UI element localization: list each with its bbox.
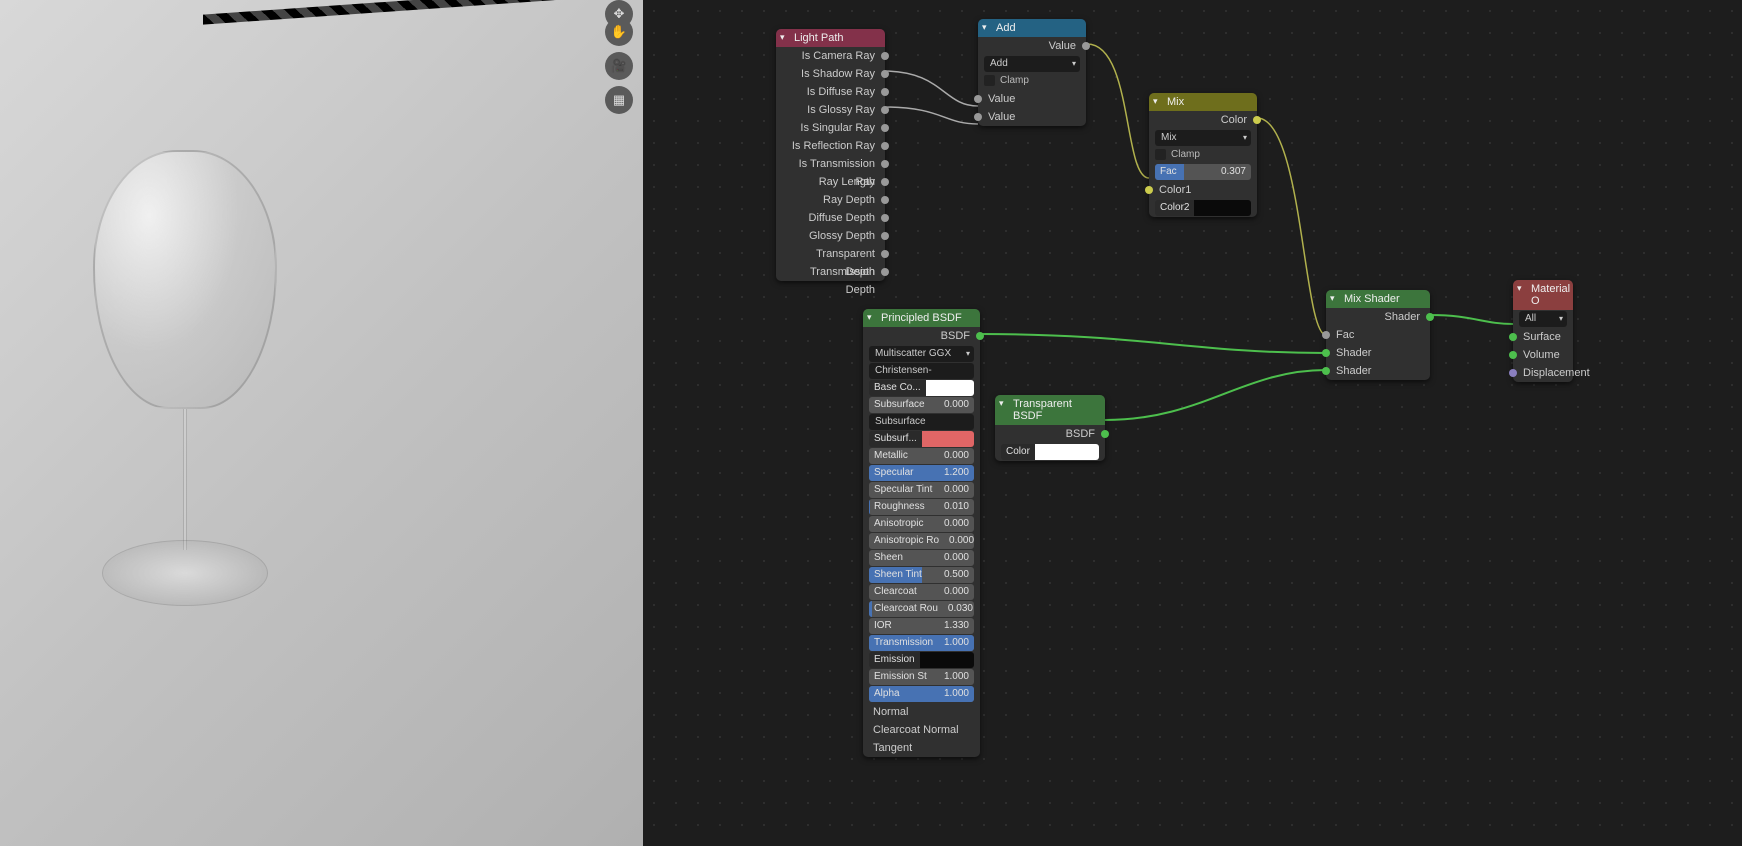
prop-subsurf[interactable]: Subsurface0.000: [869, 397, 974, 413]
prop-aniso[interactable]: Anisotropic0.000: [869, 516, 974, 532]
socket-surface: Surface: [1513, 328, 1573, 346]
prop-spect[interactable]: Specular Tint0.000: [869, 482, 974, 498]
socket-shader-in: Shader: [1326, 362, 1430, 380]
node-header[interactable]: Material O: [1513, 280, 1573, 310]
wine-glass-render: [70, 150, 300, 620]
prop-sheen[interactable]: Sheen0.000: [869, 550, 974, 566]
node-principled-bsdf[interactable]: Principled BSDF BSDF Multiscatter GGX Ch…: [863, 309, 980, 757]
node-editor[interactable]: Light Path Is Camera RayIs Shadow RayIs …: [643, 0, 1742, 846]
node-transparent-bsdf[interactable]: Transparent BSDF BSDF Color: [995, 395, 1105, 461]
socket-ray-depth: Ray Depth: [776, 191, 885, 209]
node-light-path[interactable]: Light Path Is Camera RayIs Shadow RayIs …: [776, 29, 885, 281]
socket-transparent-depth: Transparent Depth: [776, 245, 885, 263]
socket-volume: Volume: [1513, 346, 1573, 364]
prop-sheent[interactable]: Sheen Tint0.500: [869, 567, 974, 583]
node-header[interactable]: Mix: [1149, 93, 1257, 111]
prop-ssrad[interactable]: Subsurface Radius: [869, 414, 974, 430]
prop-emis[interactable]: Emission: [869, 652, 974, 668]
prop-trans[interactable]: Transmission1.000: [869, 635, 974, 651]
socket-shader-out: Shader: [1326, 308, 1430, 326]
mix-mode-dropdown[interactable]: Mix: [1155, 130, 1251, 146]
socket-is-singular-ray: Is Singular Ray: [776, 119, 885, 137]
prop-ior[interactable]: IOR1.330: [869, 618, 974, 634]
socket-bsdf-out: BSDF: [995, 425, 1105, 443]
prop-alpha[interactable]: Alpha1.000: [869, 686, 974, 702]
prop-tan[interactable]: Tangent: [863, 739, 980, 757]
distribution-dropdown[interactable]: Multiscatter GGX: [869, 346, 974, 362]
node-header[interactable]: Transparent BSDF: [995, 395, 1105, 425]
prop-emiss[interactable]: Emission St1.000: [869, 669, 974, 685]
camera-icon[interactable]: 🎥: [605, 52, 633, 80]
sss-method-dropdown[interactable]: Christensen-Burley: [869, 363, 974, 379]
node-header[interactable]: Principled BSDF: [863, 309, 980, 327]
prop-base[interactable]: Base Co...: [869, 380, 974, 396]
prop-metal[interactable]: Metallic0.000: [869, 448, 974, 464]
node-header[interactable]: Add: [978, 19, 1086, 37]
node-material-output[interactable]: Material O All Surface Volume Displaceme…: [1513, 280, 1573, 382]
clamp-checkbox[interactable]: Clamp: [1155, 147, 1251, 163]
node-header[interactable]: Light Path: [776, 29, 885, 47]
socket-glossy-depth: Glossy Depth: [776, 227, 885, 245]
prop-anisor[interactable]: Anisotropic Ro0.000: [869, 533, 974, 549]
socket-displacement: Displacement: [1513, 364, 1573, 382]
socket-fac: Fac: [1326, 326, 1430, 344]
render-viewport[interactable]: ✥ ✋ 🎥 ▦: [0, 0, 643, 846]
socket-value-out: Value: [978, 37, 1086, 55]
socket-ray-length: Ray Length: [776, 173, 885, 191]
socket-value-in: Value: [978, 108, 1086, 126]
socket-color1: Color1: [1149, 181, 1257, 199]
prop-ssubc[interactable]: Subsurf...: [869, 431, 974, 447]
socket-is-camera-ray: Is Camera Ray: [776, 47, 885, 65]
color-swatch[interactable]: Color: [1001, 444, 1099, 460]
prop-ccr[interactable]: Clearcoat Rou0.030: [869, 601, 974, 617]
socket-transmission-depth: Transmission Depth: [776, 263, 885, 281]
prop-ccn[interactable]: Clearcoat Normal: [863, 721, 980, 739]
clamp-checkbox[interactable]: Clamp: [984, 73, 1080, 89]
prop-cc[interactable]: Clearcoat0.000: [869, 584, 974, 600]
node-header[interactable]: Mix Shader: [1326, 290, 1430, 308]
prop-rough[interactable]: Roughness0.010: [869, 499, 974, 515]
transparency-checker: [203, 0, 623, 25]
prop-spec[interactable]: Specular1.200: [869, 465, 974, 481]
color2-swatch[interactable]: Color2: [1155, 200, 1251, 216]
prop-nrm[interactable]: Normal: [863, 703, 980, 721]
socket-diffuse-depth: Diffuse Depth: [776, 209, 885, 227]
fac-slider[interactable]: Fac0.307: [1155, 164, 1251, 180]
socket-is-diffuse-ray: Is Diffuse Ray: [776, 83, 885, 101]
socket-bsdf-out: BSDF: [863, 327, 980, 345]
socket-is-reflection-ray: Is Reflection Ray: [776, 137, 885, 155]
socket-is-transmission-ray: Is Transmission Ray: [776, 155, 885, 173]
grid-icon[interactable]: ▦: [605, 86, 633, 114]
node-math-add[interactable]: Add Value Add Clamp Value Value: [978, 19, 1086, 126]
socket-shader-in: Shader: [1326, 344, 1430, 362]
math-mode-dropdown[interactable]: Add: [984, 56, 1080, 72]
pan-icon[interactable]: ✋: [605, 18, 633, 46]
target-dropdown[interactable]: All: [1519, 311, 1567, 327]
node-mix-rgb[interactable]: Mix Color Mix Clamp Fac0.307 Color1 Colo…: [1149, 93, 1257, 217]
socket-is-shadow-ray: Is Shadow Ray: [776, 65, 885, 83]
socket-is-glossy-ray: Is Glossy Ray: [776, 101, 885, 119]
node-mix-shader[interactable]: Mix Shader Shader Fac Shader Shader: [1326, 290, 1430, 380]
socket-value-in: Value: [978, 90, 1086, 108]
socket-color-out: Color: [1149, 111, 1257, 129]
